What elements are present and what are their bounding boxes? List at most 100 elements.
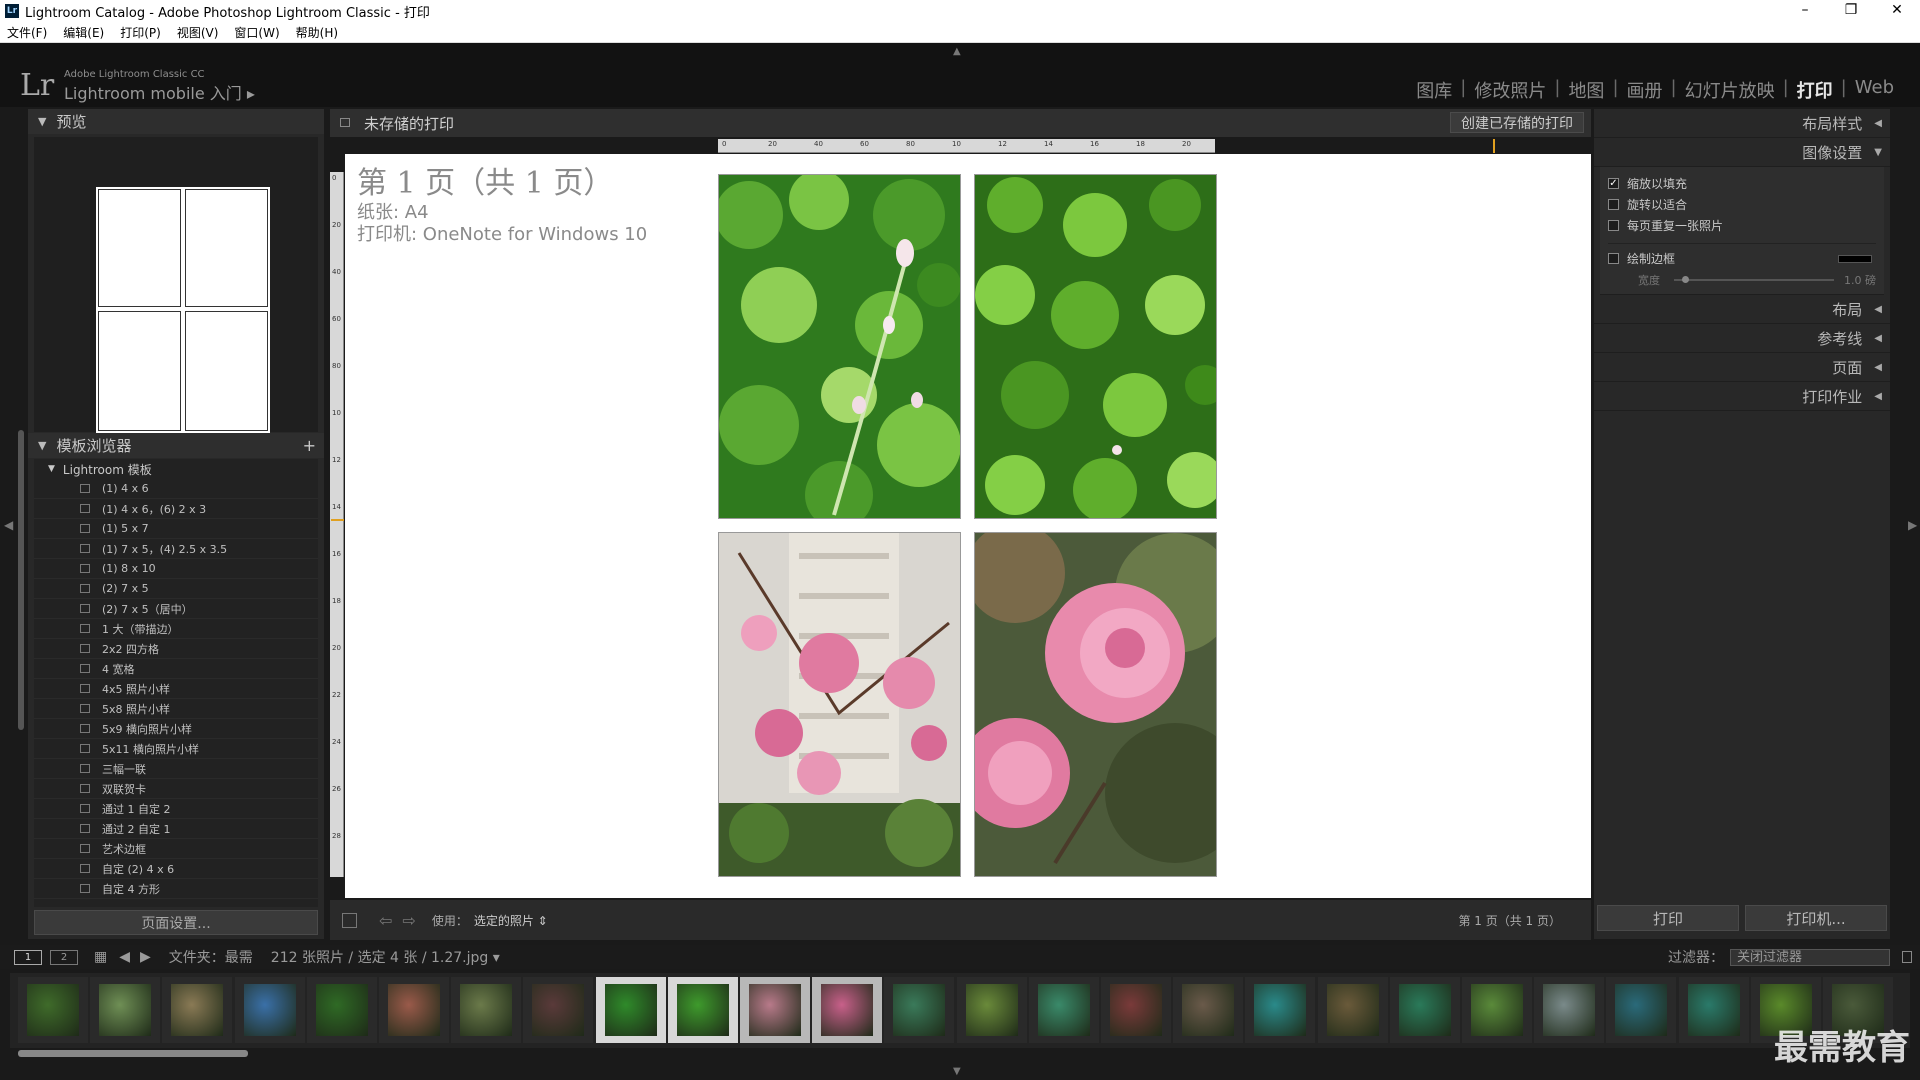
template-item[interactable]: 自定 4 方形: [34, 879, 318, 899]
layout-style-header[interactable]: 布局样式 ◀: [1594, 109, 1890, 138]
back-arrow-icon[interactable]: ◀: [119, 949, 130, 965]
template-item[interactable]: (1) 4 x 6: [34, 479, 318, 499]
template-item[interactable]: 艺术边框: [34, 839, 318, 859]
module-2[interactable]: 地图: [1560, 77, 1612, 103]
collapse-bottom-arrow-icon[interactable]: ▼: [953, 1066, 961, 1077]
template-item[interactable]: 1 大（带描边）: [34, 619, 318, 639]
module-0[interactable]: 图库: [1408, 77, 1460, 103]
filmstrip-thumbnail[interactable]: [1101, 977, 1171, 1043]
print-job-header[interactable]: 打印作业 ◀: [1594, 382, 1890, 411]
menu-help[interactable]: 帮助(H): [296, 24, 338, 41]
slider-thumb[interactable]: [1682, 275, 1689, 283]
previous-page-icon[interactable]: ⇦: [379, 911, 392, 930]
template-item[interactable]: 自定 (2) 4 x 6: [34, 859, 318, 879]
template-item[interactable]: (1) 4 x 6，(6) 2 x 3: [34, 499, 318, 519]
add-template-icon[interactable]: +: [303, 436, 316, 455]
template-item[interactable]: (2) 7 x 5（居中）: [34, 599, 318, 619]
menu-view[interactable]: 视图(V): [177, 24, 219, 41]
module-6[interactable]: Web: [1847, 77, 1902, 103]
next-page-icon[interactable]: ⇨: [402, 911, 415, 930]
minimize-button[interactable]: –: [1782, 0, 1828, 22]
image-settings-header[interactable]: 图像设置 ▼: [1594, 138, 1890, 167]
template-item[interactable]: 通过 2 自定 1: [34, 819, 318, 839]
repeat-photo-option[interactable]: 每页重复一张照片: [1608, 215, 1884, 236]
preview-panel-header[interactable]: ▼ 预览: [28, 109, 324, 134]
filmstrip-thumbnail[interactable]: [595, 977, 666, 1043]
guides-header[interactable]: 参考线 ◀: [1594, 324, 1890, 353]
filmstrip-thumbnail[interactable]: [1389, 977, 1460, 1043]
filmstrip-thumbnail[interactable]: [1317, 977, 1388, 1043]
template-item[interactable]: 4x5 照片小样: [34, 679, 318, 699]
module-3[interactable]: 画册: [1619, 77, 1671, 103]
filmstrip-thumbnail[interactable]: [18, 977, 88, 1043]
filmstrip-thumbnail[interactable]: [1678, 977, 1749, 1043]
template-item[interactable]: 双联贺卡: [34, 779, 318, 799]
use-selector[interactable]: 选定的照片 ⇕: [474, 912, 548, 929]
menu-file[interactable]: 文件(F): [7, 24, 47, 41]
grid-view-icon[interactable]: ▦: [94, 949, 107, 965]
collapse-left-arrow-icon[interactable]: ◀: [4, 518, 13, 532]
filter-lock-icon[interactable]: [1902, 951, 1912, 963]
template-item[interactable]: (1) 7 x 5，(4) 2.5 x 3.5: [34, 539, 318, 559]
template-browser-header[interactable]: ▼ 模板浏览器 +: [28, 433, 324, 458]
stroke-border-checkbox[interactable]: [1608, 253, 1619, 264]
template-item[interactable]: 三幅一联: [34, 759, 318, 779]
page-view-icon[interactable]: [342, 912, 357, 928]
template-item[interactable]: 5x8 照片小样: [34, 699, 318, 719]
print-button[interactable]: 打印: [1597, 905, 1739, 931]
photo-cell-clover-patch[interactable]: [974, 174, 1217, 519]
filmstrip-thumbnail[interactable]: [90, 977, 161, 1043]
photo-cell-cherry-closeup[interactable]: [974, 532, 1217, 877]
main-window-button[interactable]: 1: [14, 949, 42, 965]
filmstrip-thumbnail[interactable]: [1606, 977, 1677, 1043]
layout-header[interactable]: 布局 ◀: [1594, 295, 1890, 324]
filmstrip-thumbnail[interactable]: [1173, 977, 1244, 1043]
filmstrip-thumbnail[interactable]: [1462, 977, 1532, 1043]
menu-edit[interactable]: 编辑(E): [63, 24, 104, 41]
forward-arrow-icon[interactable]: ▶: [140, 949, 151, 965]
rotate-to-fit-option[interactable]: 旋转以适合: [1608, 194, 1884, 215]
left-panel-scrollbar[interactable]: [18, 430, 24, 730]
filmstrip-thumbnail[interactable]: [523, 977, 594, 1043]
page-header[interactable]: 页面 ◀: [1594, 353, 1890, 382]
repeat-photo-checkbox[interactable]: [1608, 220, 1619, 231]
photo-cell-clover-flower[interactable]: [718, 174, 961, 519]
template-item[interactable]: (2) 7 x 5: [34, 579, 318, 599]
filmstrip-thumbnail[interactable]: [379, 977, 449, 1043]
filmstrip-thumbnail[interactable]: [451, 977, 522, 1043]
maximize-button[interactable]: ❐: [1828, 0, 1874, 22]
photo-count[interactable]: 212 张照片 / 选定 4 张 / 1.27.jpg ▾: [271, 947, 500, 967]
template-item[interactable]: 4 宽格: [34, 659, 318, 679]
filmstrip-thumbnail[interactable]: [884, 977, 955, 1043]
template-item[interactable]: 2x2 四方格: [34, 639, 318, 659]
photo-cell-cherry-building[interactable]: [718, 532, 961, 877]
filmstrip-thumbnail[interactable]: [956, 977, 1027, 1043]
second-window-button[interactable]: 2: [50, 949, 78, 965]
module-5[interactable]: 打印: [1789, 77, 1841, 103]
printer-button[interactable]: 打印机...: [1745, 905, 1887, 931]
filmstrip-thumbnail[interactable]: [812, 977, 883, 1043]
filter-dropdown[interactable]: 关闭过滤器: [1730, 948, 1890, 966]
collapse-right-arrow-icon[interactable]: ▶: [1908, 518, 1917, 532]
filmstrip-thumbnail[interactable]: [1245, 977, 1316, 1043]
template-item[interactable]: (1) 8 x 10: [34, 559, 318, 579]
collapse-top-arrow-icon[interactable]: ▲: [953, 46, 961, 57]
filmstrip-thumbnail[interactable]: [740, 977, 810, 1043]
mobile-get-started-link[interactable]: Lightroom mobile 入门 ▸: [64, 80, 255, 104]
page-setup-button[interactable]: 页面设置...: [34, 910, 318, 935]
filmstrip-thumbnail[interactable]: [306, 977, 377, 1043]
module-4[interactable]: 幻灯片放映: [1677, 77, 1783, 103]
template-item[interactable]: 通过 1 自定 2: [34, 799, 318, 819]
menu-window[interactable]: 窗口(W): [234, 24, 279, 41]
zoom-to-fill-checkbox[interactable]: ✓: [1608, 178, 1619, 189]
template-folder[interactable]: ▼ Lightroom 模板: [34, 459, 318, 479]
border-color-swatch[interactable]: [1838, 254, 1872, 263]
filmstrip-thumbnail[interactable]: [1028, 977, 1099, 1043]
filmstrip-thumbnail[interactable]: [667, 977, 738, 1043]
template-item[interactable]: (1) 5 x 7: [34, 519, 318, 539]
module-1[interactable]: 修改照片: [1466, 77, 1554, 103]
filmstrip-thumbnail[interactable]: [1534, 977, 1605, 1043]
menu-print[interactable]: 打印(P): [120, 24, 161, 41]
zoom-to-fill-option[interactable]: ✓ 缩放以填充: [1608, 173, 1884, 194]
filmstrip-thumbnail[interactable]: [162, 977, 233, 1043]
